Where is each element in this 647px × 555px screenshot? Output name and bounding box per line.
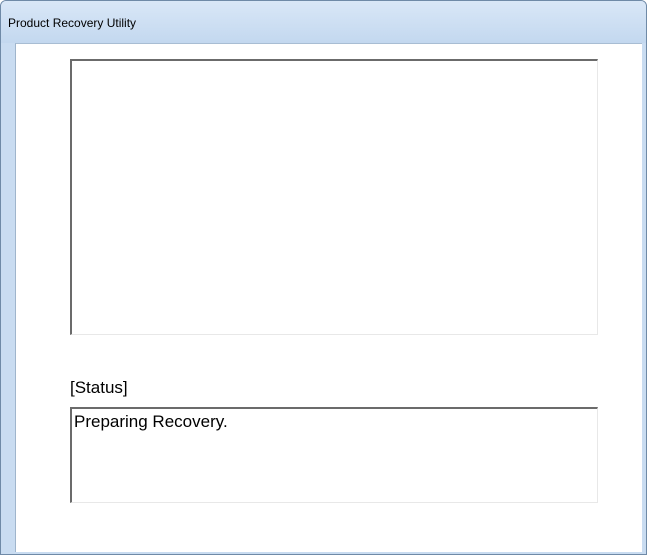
client-area: [Status] Preparing Recovery. [15, 43, 642, 552]
log-panel [70, 59, 598, 335]
status-panel: Preparing Recovery. [70, 407, 598, 503]
window-title: Product Recovery Utility [8, 16, 137, 30]
status-label: [Status] [70, 378, 128, 397]
recovery-utility-window: Product Recovery Utility [Status] Prepar… [0, 0, 647, 555]
status-message: Preparing Recovery. [74, 412, 228, 431]
title-bar[interactable]: Product Recovery Utility [1, 1, 646, 43]
